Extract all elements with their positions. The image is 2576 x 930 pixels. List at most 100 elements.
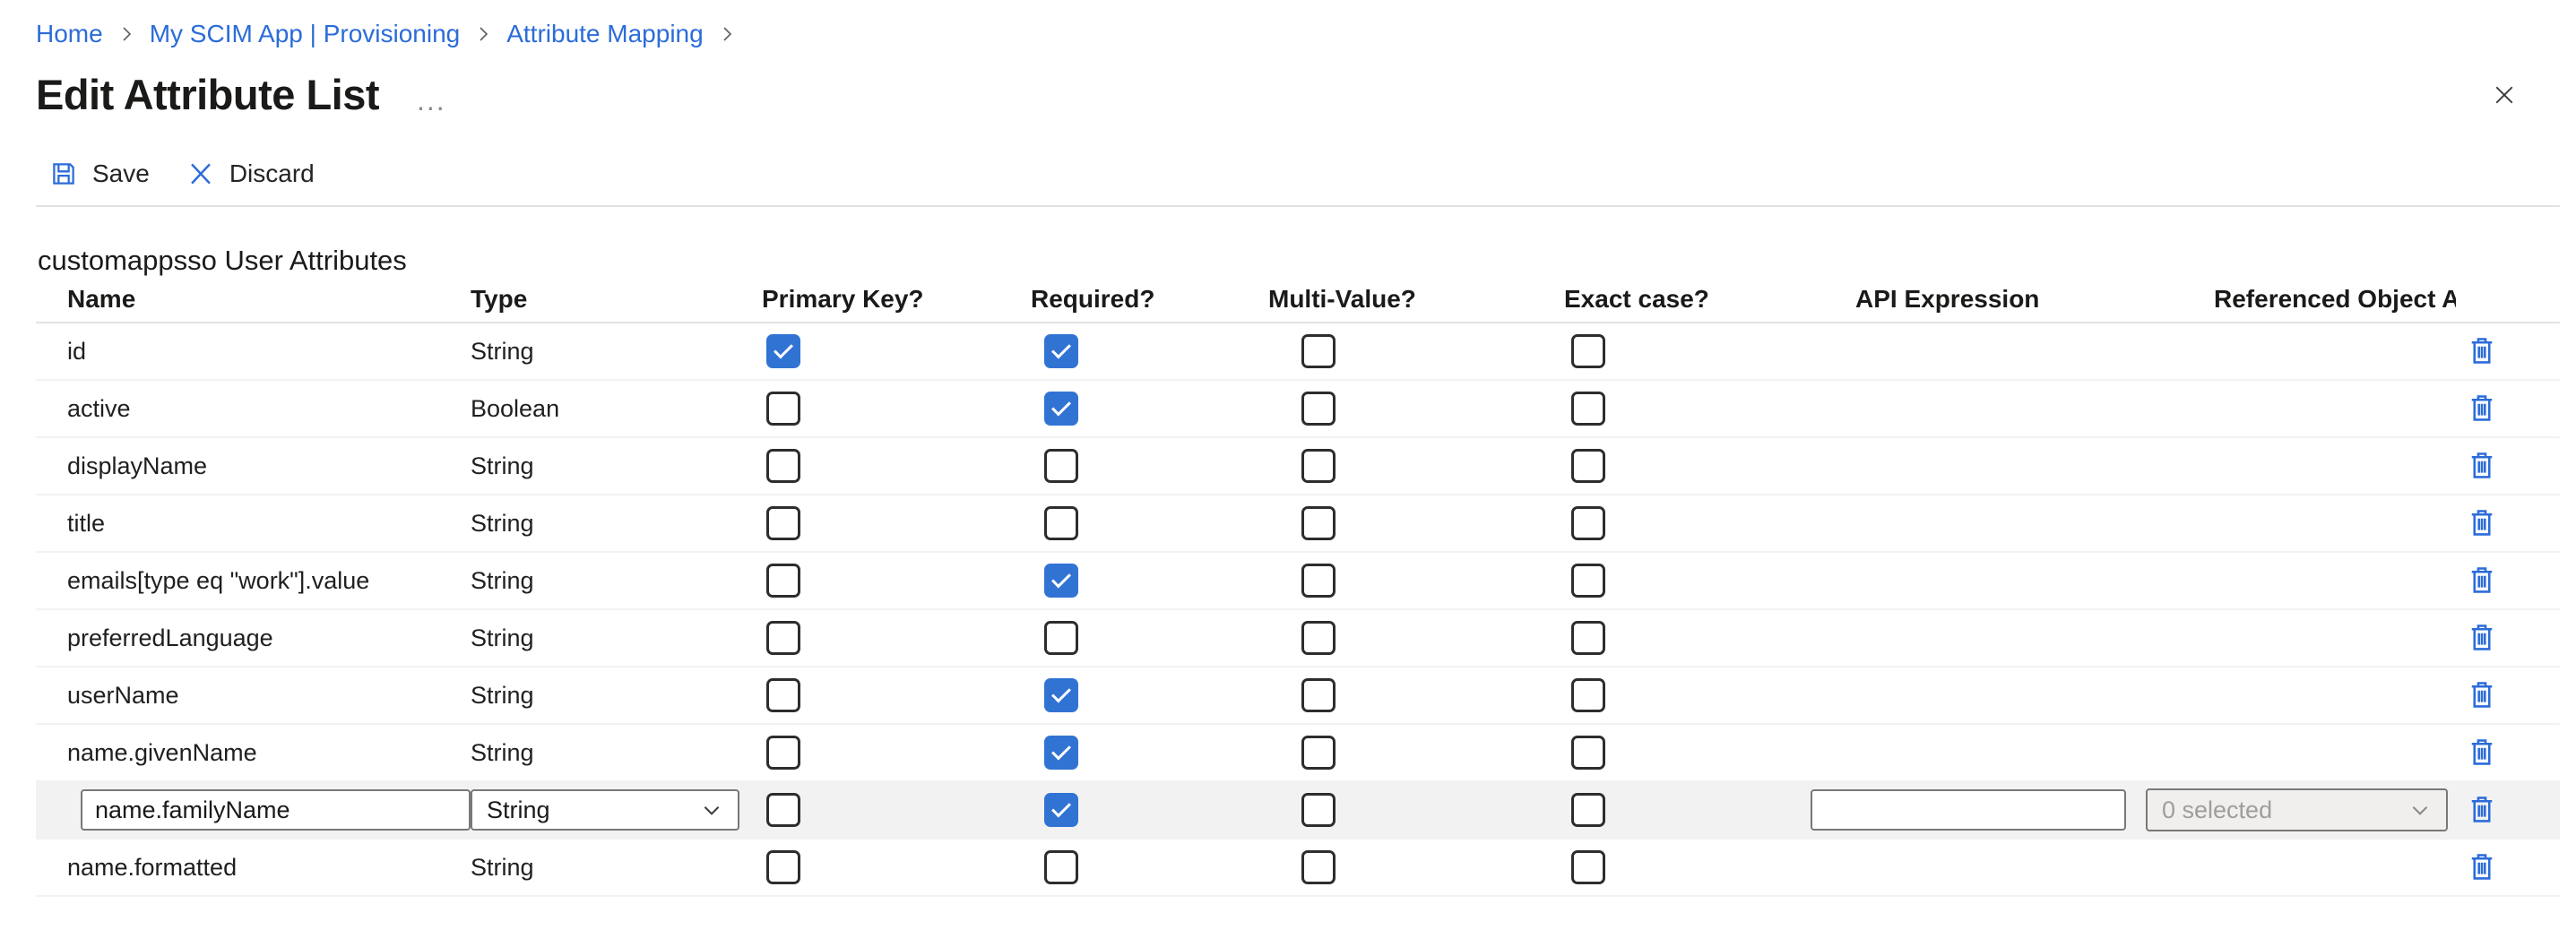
attribute-type-select[interactable]: String	[471, 789, 739, 831]
exact-case-checkbox[interactable]	[1571, 793, 1605, 827]
delete-attribute-button[interactable]	[2464, 733, 2500, 772]
multi-value-checkbox[interactable]	[1301, 736, 1336, 770]
required-checkbox[interactable]	[1044, 621, 1078, 655]
multi-value-checkbox[interactable]	[1301, 334, 1336, 368]
attribute-row: title String	[36, 495, 2560, 553]
breadcrumb-attribute-mapping[interactable]: Attribute Mapping	[506, 20, 703, 48]
column-header-type: Type	[471, 285, 762, 314]
exact-case-checkbox[interactable]	[1571, 449, 1605, 483]
exact-case-checkbox[interactable]	[1571, 850, 1605, 884]
required-checkbox[interactable]	[1044, 564, 1078, 598]
attribute-type: String	[471, 567, 534, 595]
exact-case-checkbox[interactable]	[1571, 678, 1605, 712]
row-actions-cell	[2456, 495, 2560, 551]
multi-value-checkbox[interactable]	[1301, 564, 1336, 598]
close-button[interactable]	[2488, 79, 2520, 111]
required-checkbox[interactable]	[1044, 506, 1078, 540]
attribute-name: id	[67, 338, 86, 366]
referenced-object-select[interactable]: 0 selected	[2146, 788, 2448, 831]
trash-icon	[2466, 849, 2498, 885]
multi-value-checkbox-cell	[1268, 782, 1564, 838]
exact-case-checkbox-cell	[1564, 438, 1811, 494]
primary-key-checkbox-cell	[762, 495, 1031, 551]
exact-case-checkbox[interactable]	[1571, 392, 1605, 426]
multi-value-checkbox[interactable]	[1301, 850, 1336, 884]
delete-attribute-button[interactable]	[2464, 676, 2500, 715]
required-checkbox[interactable]	[1044, 736, 1078, 770]
chevron-down-icon	[700, 798, 723, 822]
title-ellipsis: ...	[417, 84, 446, 117]
attribute-name: userName	[67, 682, 179, 710]
discard-button-label: Discard	[229, 159, 315, 188]
exact-case-checkbox[interactable]	[1571, 334, 1605, 368]
referenced-object-cell	[2142, 381, 2456, 436]
delete-attribute-button[interactable]	[2464, 848, 2500, 887]
page-title: Edit Attribute List	[36, 70, 379, 119]
attribute-type-cell: String	[471, 782, 762, 838]
required-checkbox[interactable]	[1044, 449, 1078, 483]
required-checkbox[interactable]	[1044, 793, 1078, 827]
attribute-name: name.formatted	[67, 854, 237, 882]
save-button[interactable]: Save	[48, 159, 150, 189]
attribute-type: String	[471, 510, 534, 538]
attribute-name: active	[67, 395, 131, 423]
attribute-name-input[interactable]	[81, 789, 471, 831]
delete-attribute-button[interactable]	[2464, 446, 2500, 486]
required-checkbox[interactable]	[1044, 334, 1078, 368]
attribute-name-cell: emails[type eq "work"].value	[36, 553, 471, 608]
toolbar-divider	[36, 205, 2560, 207]
multi-value-checkbox[interactable]	[1301, 392, 1336, 426]
primary-key-checkbox[interactable]	[766, 736, 800, 770]
primary-key-checkbox[interactable]	[766, 392, 800, 426]
primary-key-checkbox[interactable]	[766, 678, 800, 712]
primary-key-checkbox[interactable]	[766, 449, 800, 483]
attribute-type-value: String	[487, 797, 550, 824]
attribute-type: String	[471, 624, 534, 652]
multi-value-checkbox[interactable]	[1301, 506, 1336, 540]
api-expression-cell	[1811, 667, 2142, 723]
primary-key-checkbox[interactable]	[766, 506, 800, 540]
multi-value-checkbox[interactable]	[1301, 449, 1336, 483]
attribute-name: emails[type eq "work"].value	[67, 567, 369, 595]
discard-button[interactable]: Discard	[186, 159, 315, 189]
edit-attribute-list-panel: Home My SCIM App | Provisioning Attribut…	[0, 0, 2576, 930]
exact-case-checkbox[interactable]	[1571, 736, 1605, 770]
primary-key-checkbox[interactable]	[766, 334, 800, 368]
multi-value-checkbox[interactable]	[1301, 621, 1336, 655]
delete-attribute-button[interactable]	[2464, 332, 2500, 371]
required-checkbox[interactable]	[1044, 392, 1078, 426]
primary-key-checkbox[interactable]	[766, 793, 800, 827]
primary-key-checkbox[interactable]	[766, 621, 800, 655]
exact-case-checkbox[interactable]	[1571, 506, 1605, 540]
trash-icon	[2466, 792, 2498, 828]
api-expression-input[interactable]	[1811, 789, 2126, 831]
multi-value-checkbox-cell	[1268, 610, 1564, 666]
breadcrumb-home[interactable]: Home	[36, 20, 103, 48]
exact-case-checkbox[interactable]	[1571, 564, 1605, 598]
attribute-name-cell: name.givenName	[36, 725, 471, 780]
delete-attribute-button[interactable]	[2464, 389, 2500, 428]
required-checkbox-cell	[1031, 323, 1268, 379]
multi-value-checkbox[interactable]	[1301, 678, 1336, 712]
row-actions-cell	[2456, 610, 2560, 666]
trash-icon	[2466, 333, 2498, 369]
trash-icon	[2466, 735, 2498, 771]
attribute-name: title	[67, 510, 105, 538]
delete-attribute-button[interactable]	[2464, 790, 2500, 830]
breadcrumb-provisioning[interactable]: My SCIM App | Provisioning	[150, 20, 461, 48]
required-checkbox[interactable]	[1044, 850, 1078, 884]
delete-attribute-button[interactable]	[2464, 561, 2500, 600]
row-actions-cell	[2456, 438, 2560, 494]
attribute-type-cell: String	[471, 667, 762, 723]
primary-key-checkbox[interactable]	[766, 564, 800, 598]
exact-case-checkbox[interactable]	[1571, 621, 1605, 655]
delete-attribute-button[interactable]	[2464, 618, 2500, 658]
delete-attribute-button[interactable]	[2464, 504, 2500, 543]
attribute-row: idString	[36, 323, 2560, 381]
referenced-object-cell	[2142, 725, 2456, 780]
multi-value-checkbox[interactable]	[1301, 793, 1336, 827]
row-actions-cell	[2456, 782, 2560, 838]
required-checkbox[interactable]	[1044, 678, 1078, 712]
primary-key-checkbox[interactable]	[766, 850, 800, 884]
column-header-required: Required?	[1031, 285, 1268, 314]
